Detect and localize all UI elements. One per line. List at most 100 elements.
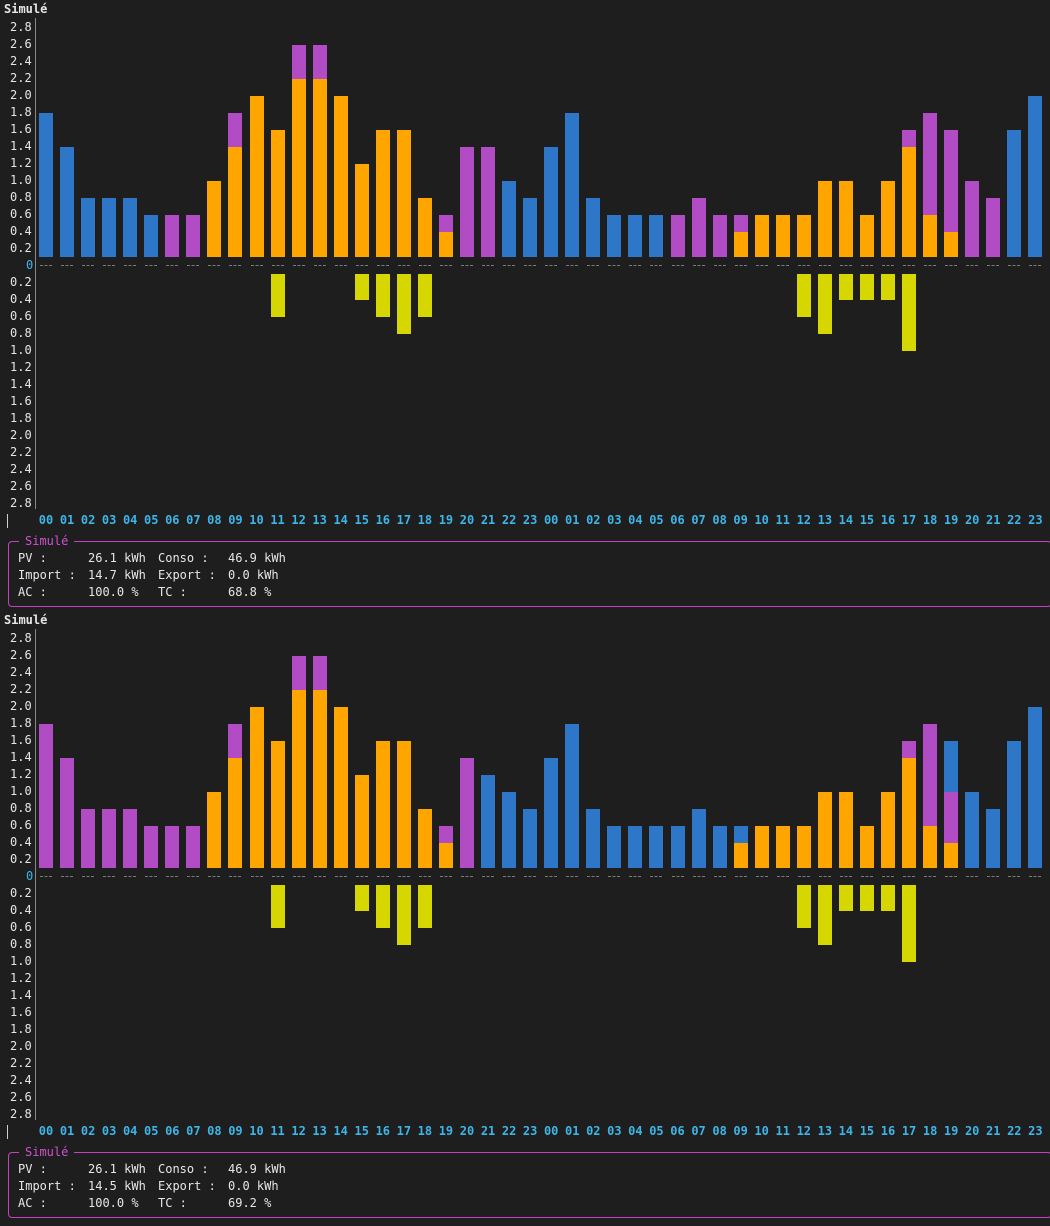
bar-segment-orange xyxy=(859,214,874,257)
baseline-dash xyxy=(503,265,516,266)
baseline-dash xyxy=(882,265,894,266)
x-tick-label: 10 xyxy=(249,1124,264,1138)
export-bar xyxy=(396,885,411,945)
y-tick-label: 2.6 xyxy=(10,479,32,493)
bar-segment-blue xyxy=(986,808,1001,868)
x-tick-label: 01 xyxy=(565,1124,580,1138)
baseline-dash xyxy=(145,265,158,266)
baseline-dash xyxy=(987,876,1000,877)
bar-segment-magenta xyxy=(165,214,180,257)
bar-segment-magenta xyxy=(81,808,96,868)
baseline-dash xyxy=(355,265,368,266)
y-tick-label: 0.6 xyxy=(10,207,32,221)
x-tick-label: 13 xyxy=(817,1124,833,1138)
baseline-dash xyxy=(966,876,979,877)
bar-segment-magenta xyxy=(712,214,727,257)
baseline-dash xyxy=(945,876,958,877)
summary-row: AC : 100.0 % TC : 69.2 % xyxy=(18,1195,308,1212)
baseline-dash xyxy=(587,876,600,877)
y-tick-label: 1.2 xyxy=(10,767,32,781)
x-tick-label: 13 xyxy=(312,1124,327,1138)
baseline-dash xyxy=(482,265,495,266)
x-tick-label: 08 xyxy=(207,1124,222,1138)
x-axis-pipe xyxy=(7,1125,8,1139)
bar-segment-blue xyxy=(544,146,559,257)
y-tick-label: 0.2 xyxy=(10,275,32,289)
y-tick-label: 2.2 xyxy=(10,1056,32,1070)
baseline-dash xyxy=(229,876,242,877)
x-tick-label: 22 xyxy=(501,1124,517,1138)
baseline-dash xyxy=(271,265,284,266)
x-tick-label: 10 xyxy=(754,1124,769,1138)
x-tick-label: 17 xyxy=(396,1124,412,1138)
bar-segment-magenta xyxy=(481,146,496,257)
bar-segment-blue xyxy=(649,214,664,257)
bar-segment-blue xyxy=(691,808,706,868)
bar-segment-orange xyxy=(881,180,895,257)
x-axis-pipe xyxy=(7,514,8,528)
x-tick-label: 17 xyxy=(901,1124,917,1138)
baseline-dash xyxy=(229,265,242,266)
baseline-dash xyxy=(566,876,579,877)
baseline-dash xyxy=(797,265,810,266)
bar-segment-magenta xyxy=(438,825,453,843)
baseline-dash xyxy=(545,876,558,877)
y-tick-label: 1.4 xyxy=(10,988,32,1002)
x-tick-label: 14 xyxy=(333,513,348,527)
bar-segment-blue xyxy=(607,825,622,868)
chart-panel: Simulé 2.8 2.6 2.4 2.2 2.0 1.8 1.6 1.4 1.2 1.0 0.8 0… xyxy=(0,0,1050,611)
x-tick-label: 13 xyxy=(817,513,833,527)
baseline-dash xyxy=(439,876,452,877)
baseline-dash xyxy=(61,265,74,266)
bar-segment-orange xyxy=(838,180,853,257)
summary-value: 14.5 kWh xyxy=(88,1179,146,1193)
y-tick-label: 2.8 xyxy=(10,1107,32,1121)
export-bar xyxy=(838,885,853,911)
summary-label: PV : xyxy=(18,551,47,565)
summary-row: Import : 14.5 kWh Export : 0.0 kWh xyxy=(18,1178,308,1195)
x-tick-label: 16 xyxy=(880,513,896,527)
bar-segment-magenta xyxy=(228,723,243,758)
y-tick-label: 1.2 xyxy=(10,156,32,170)
baseline-dash xyxy=(40,265,52,266)
x-tick-label: 06 xyxy=(670,1124,685,1138)
y-tick-label: 1.0 xyxy=(10,173,32,187)
y-tick-label: 1.2 xyxy=(10,360,32,374)
baseline-dash xyxy=(650,265,663,266)
summary-value: 46.9 kWh xyxy=(228,1162,286,1176)
x-tick-label: 18 xyxy=(417,1124,433,1138)
bar-segment-blue xyxy=(712,825,727,868)
baseline-dash xyxy=(334,876,347,877)
baseline-dash xyxy=(860,265,873,266)
summary-value: 68.8 % xyxy=(228,585,272,599)
x-tick-label: 22 xyxy=(1007,1124,1022,1138)
export-bar xyxy=(375,885,390,928)
y-tick-label: 2.6 xyxy=(10,37,32,51)
baseline-dash xyxy=(250,876,263,877)
x-tick-label: 15 xyxy=(859,1124,875,1138)
baseline-dash xyxy=(608,265,621,266)
baseline-dash xyxy=(334,265,347,266)
y-tick-label: 0.4 xyxy=(10,835,32,849)
bar-segment-blue xyxy=(144,214,159,257)
x-tick-label: 05 xyxy=(144,513,159,527)
summary-value: 26.1 kWh xyxy=(88,551,146,565)
x-tick-label: 07 xyxy=(186,1124,201,1138)
x-tick-label: 18 xyxy=(922,1124,938,1138)
y-tick-label: 2.8 xyxy=(10,631,32,645)
y-tick-label: 1.0 xyxy=(10,954,32,968)
y-tick-label: 1.6 xyxy=(10,394,32,408)
bar-segment-orange xyxy=(207,180,222,257)
baseline-dash xyxy=(713,265,726,266)
x-tick-label: 11 xyxy=(775,1124,790,1138)
baseline-dash xyxy=(355,876,368,877)
x-tick-label: 20 xyxy=(459,513,475,527)
x-tick-label: 19 xyxy=(438,513,454,527)
bar-segment-blue xyxy=(544,757,559,868)
x-tick-label: 14 xyxy=(838,513,854,527)
bar-segment-orange xyxy=(944,842,959,868)
summary-label: TC : xyxy=(158,585,187,599)
bar-segment-magenta xyxy=(186,825,201,868)
summary-label: AC : xyxy=(18,585,47,599)
summary-label: Conso : xyxy=(158,551,209,565)
